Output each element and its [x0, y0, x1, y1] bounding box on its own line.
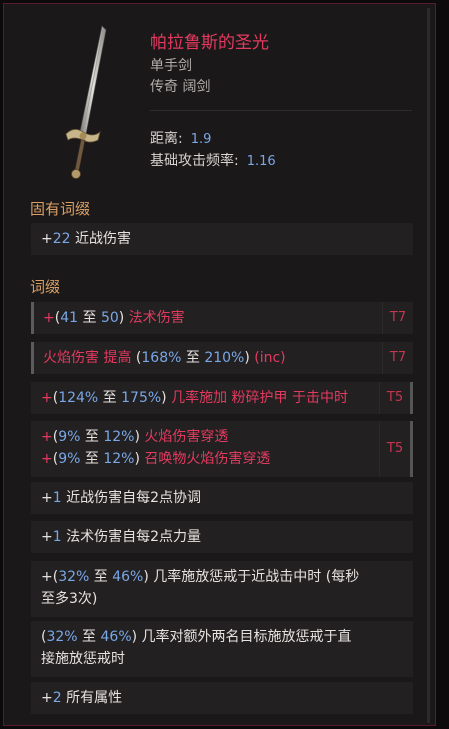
plus-sign: +: [43, 310, 55, 326]
range-min: 41: [60, 310, 79, 326]
tier-badge: T5: [379, 421, 413, 477]
plus-sign: +: [41, 231, 53, 247]
broadsword-icon: [65, 25, 107, 179]
range-max: 46%: [100, 629, 132, 645]
affix-text: 召唤物火焰伤害穿透: [144, 451, 271, 467]
stat-speed-label: 基础攻击频率:: [150, 153, 239, 169]
header-divider: [150, 110, 412, 111]
affix-text: 火焰伤害穿透: [144, 429, 229, 445]
affix-text: 近战伤害自每2点协调: [61, 490, 202, 506]
affix-row-smite-on-hit: +(32% 至 46%) 几率施放惩戒于近战击中时 (每秒 至多3次): [31, 561, 413, 617]
range-min: 32%: [58, 569, 90, 585]
affix-row-spell-damage: +(41 至 50) 法术伤害 T7: [31, 302, 413, 334]
range-sep: 至: [89, 569, 113, 585]
range-sep: 至: [80, 429, 104, 445]
affix-row-fire-penetration: +(9% 至 12%) 火焰伤害穿透 +(9% 至 12%) 召唤物火焰伤害穿透…: [31, 421, 413, 477]
stat-speed-value: 1.16: [246, 154, 276, 169]
range-sep: 至: [98, 390, 122, 406]
range-max: 50: [100, 310, 119, 326]
paren-close: ): [134, 451, 145, 467]
affix-text: 所有属性: [61, 690, 123, 706]
implicit-text: 近战伤害: [70, 231, 132, 247]
implicit-title: 固有词缀: [30, 200, 91, 218]
range-sep: 至: [80, 451, 104, 467]
range-min: 168%: [141, 350, 182, 366]
item-type: 单手剑: [150, 58, 192, 74]
affix-row-smite-extra-targets: (32% 至 46%) 几率对额外两名目标施放惩戒于直 接施放惩戒时: [31, 621, 413, 677]
range-sep: 至: [77, 629, 101, 645]
affix-text: 法术伤害自每2点力量: [61, 529, 202, 545]
range-min: 32%: [46, 629, 78, 645]
plus-sign: +: [41, 529, 53, 545]
affix-title: 词缀: [30, 278, 61, 296]
range-min: 124%: [58, 390, 99, 406]
affix-text: 火焰伤害 提高: [43, 350, 136, 366]
affix-value: 1: [52, 529, 62, 545]
range-min: 9%: [58, 429, 81, 445]
plus-sign: +: [41, 690, 53, 706]
affix-row-melee-per-dex: +1 近战伤害自每2点协调: [31, 482, 413, 514]
affix-text: 几率施放惩戒于近战击中时 (每秒: [148, 569, 360, 585]
range-max: 175%: [121, 390, 162, 406]
affix-row-fire-damage: 火焰伤害 提高 (168% 至 210%) (inc) T7: [31, 342, 413, 374]
range-max: 12%: [103, 451, 135, 467]
stat-attack-speed: 基础攻击频率: 1.16: [150, 150, 276, 170]
range-max: 46%: [112, 569, 144, 585]
tier-badge: T7: [382, 342, 413, 374]
affix-text-cont: 至多3次): [41, 591, 98, 607]
affix-value: 1: [52, 490, 62, 506]
item-tooltip: 帕拉鲁斯的圣光 单手剑 传奇 阔剑 距离: 1.9 基础攻击频率: 1.16 固有词…: [3, 3, 436, 726]
stat-range: 距离: 1.9: [150, 128, 211, 148]
plus-sign: +: [41, 490, 53, 506]
scrollbar[interactable]: [427, 8, 430, 723]
range-max: 12%: [103, 429, 135, 445]
plus-sign: +: [41, 451, 53, 467]
stat-range-value: 1.9: [190, 132, 212, 147]
stat-range-label: 距离:: [150, 131, 183, 147]
item-header: 帕拉鲁斯的圣光 单手剑 传奇 阔剑 距离: 1.9 基础攻击频率: 1.16: [4, 4, 437, 194]
affix-row-armor-shred: +(124% 至 175%) 几率施加 粉碎护甲 于击中时 T5: [31, 382, 413, 414]
affix-tag: (inc): [249, 350, 286, 366]
item-name: 帕拉鲁斯的圣光: [150, 33, 269, 53]
affix-text-cont: 接施放惩戒时: [41, 651, 125, 667]
tier-badge: T5: [379, 382, 413, 414]
affix-row-spell-per-str: +1 法术伤害自每2点力量: [31, 521, 413, 553]
range-min: 9%: [58, 451, 81, 467]
range-sep: 至: [181, 350, 205, 366]
tier-badge: T7: [382, 302, 413, 334]
affix-text: 几率对额外两名目标施放惩戒于直: [137, 629, 352, 645]
paren-close: ): [161, 390, 172, 406]
affix-text: 法术伤害: [128, 310, 185, 326]
affix-value: 2: [52, 690, 62, 706]
implicit-value: 22: [52, 231, 71, 247]
range-max: 210%: [204, 350, 245, 366]
implicit-row: +22 近战伤害: [31, 223, 413, 255]
plus-sign: +: [41, 429, 53, 445]
plus-sign: +: [41, 390, 53, 406]
paren-close: ): [134, 429, 145, 445]
plus-sign: +: [41, 569, 53, 585]
affix-row-all-attributes: +2 所有属性: [31, 682, 413, 714]
range-sep: 至: [78, 310, 101, 326]
affix-text: 几率施加 粉碎护甲 于击中时: [171, 390, 348, 406]
paren-close: ): [118, 310, 129, 326]
item-rarity: 传奇 阔剑: [150, 79, 211, 95]
